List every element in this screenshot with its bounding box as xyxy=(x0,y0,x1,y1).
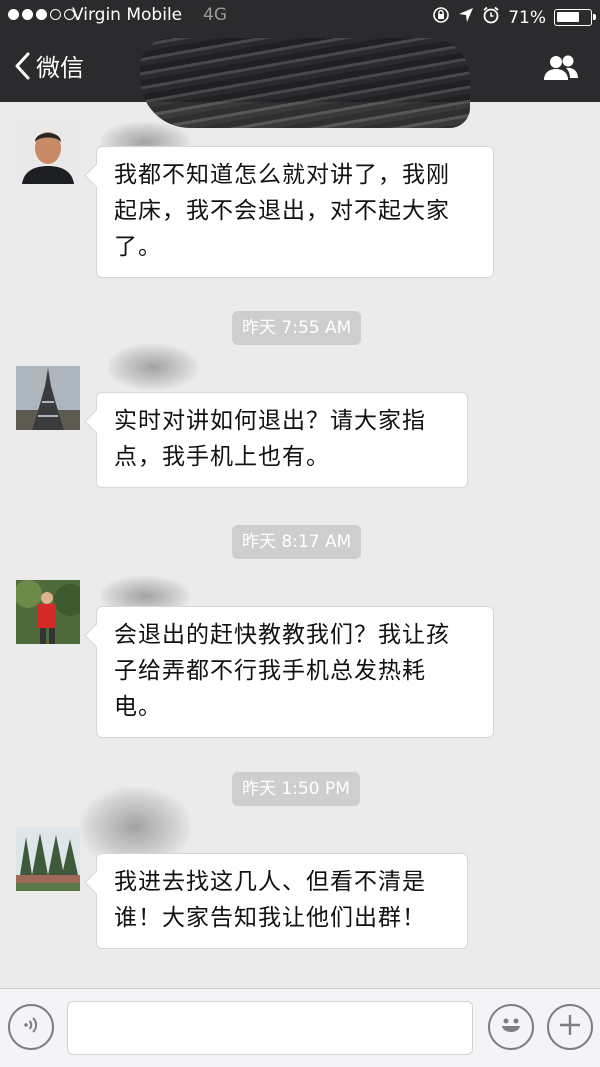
nav-bar: 微信 xyxy=(0,34,600,128)
message-line: 我进去找这几人、但看不清是 xyxy=(114,869,426,895)
avatar[interactable] xyxy=(16,366,80,430)
status-bar: Virgin Mobile 4G 71% xyxy=(0,0,600,34)
message-bubble[interactable]: 我都不知道怎么就对讲了，我刚 起床，我不会退出，对不起大家 了。 xyxy=(96,146,494,278)
timestamp: 昨天 7:55 AM xyxy=(232,311,362,345)
timestamp: 昨天 8:17 AM xyxy=(232,525,362,559)
signal-strength-icon xyxy=(8,9,75,20)
message-line: 电。 xyxy=(114,694,162,720)
message-input[interactable] xyxy=(67,1001,473,1055)
voice-button[interactable] xyxy=(8,1004,54,1050)
battery-percent: 71% xyxy=(508,7,546,28)
network-type: 4G xyxy=(203,5,227,25)
avatar[interactable] xyxy=(16,580,80,644)
alarm-icon xyxy=(482,6,500,29)
message-line: 了。 xyxy=(114,234,162,260)
chevron-left-icon xyxy=(14,52,30,80)
emoji-icon xyxy=(496,1010,526,1044)
message-line: 点，我手机上也有。 xyxy=(114,444,330,470)
message-bubble[interactable]: 实时对讲如何退出？请大家指 点，我手机上也有。 xyxy=(96,392,468,488)
message-line: 谁！大家告知我让他们出群！ xyxy=(114,905,426,931)
rotation-lock-icon xyxy=(432,6,450,29)
back-label: 微信 xyxy=(36,54,84,82)
voice-icon xyxy=(20,1014,42,1040)
battery-icon xyxy=(554,9,596,26)
plus-icon xyxy=(557,1012,583,1042)
avatar[interactable] xyxy=(16,120,80,184)
message-bubble[interactable]: 会退出的赶快教教我们？我让孩 子给弄都不行我手机总发热耗 电。 xyxy=(96,606,494,738)
input-bar xyxy=(0,988,600,1067)
back-button[interactable]: 微信 xyxy=(14,48,84,83)
message-line: 我都不知道怎么就对讲了，我刚 xyxy=(114,162,450,188)
message-line: 起床，我不会退出，对不起大家 xyxy=(114,198,450,224)
chat-area[interactable]: 我都不知道怎么就对讲了，我刚 起床，我不会退出，对不起大家 了。 昨天 7:55… xyxy=(0,102,600,988)
timestamp: 昨天 1:50 PM xyxy=(232,772,360,806)
emoji-button[interactable] xyxy=(488,1004,534,1050)
group-info-button[interactable] xyxy=(542,53,580,87)
more-button[interactable] xyxy=(547,1004,593,1050)
message-line: 子给弄都不行我手机总发热耗 xyxy=(114,658,426,684)
message-bubble[interactable]: 我进去找这几人、但看不清是 谁！大家告知我让他们出群！ xyxy=(96,853,468,949)
sender-name-redacted xyxy=(108,344,198,390)
message-line: 会退出的赶快教教我们？我让孩 xyxy=(114,622,450,648)
title-bar: Virgin Mobile 4G 71% 微信 xyxy=(0,0,600,128)
avatar[interactable] xyxy=(16,827,80,891)
carrier-name: Virgin Mobile xyxy=(72,5,183,25)
group-people-icon xyxy=(542,55,580,87)
message-line: 实时对讲如何退出？请大家指 xyxy=(114,408,426,434)
location-icon xyxy=(458,7,474,28)
